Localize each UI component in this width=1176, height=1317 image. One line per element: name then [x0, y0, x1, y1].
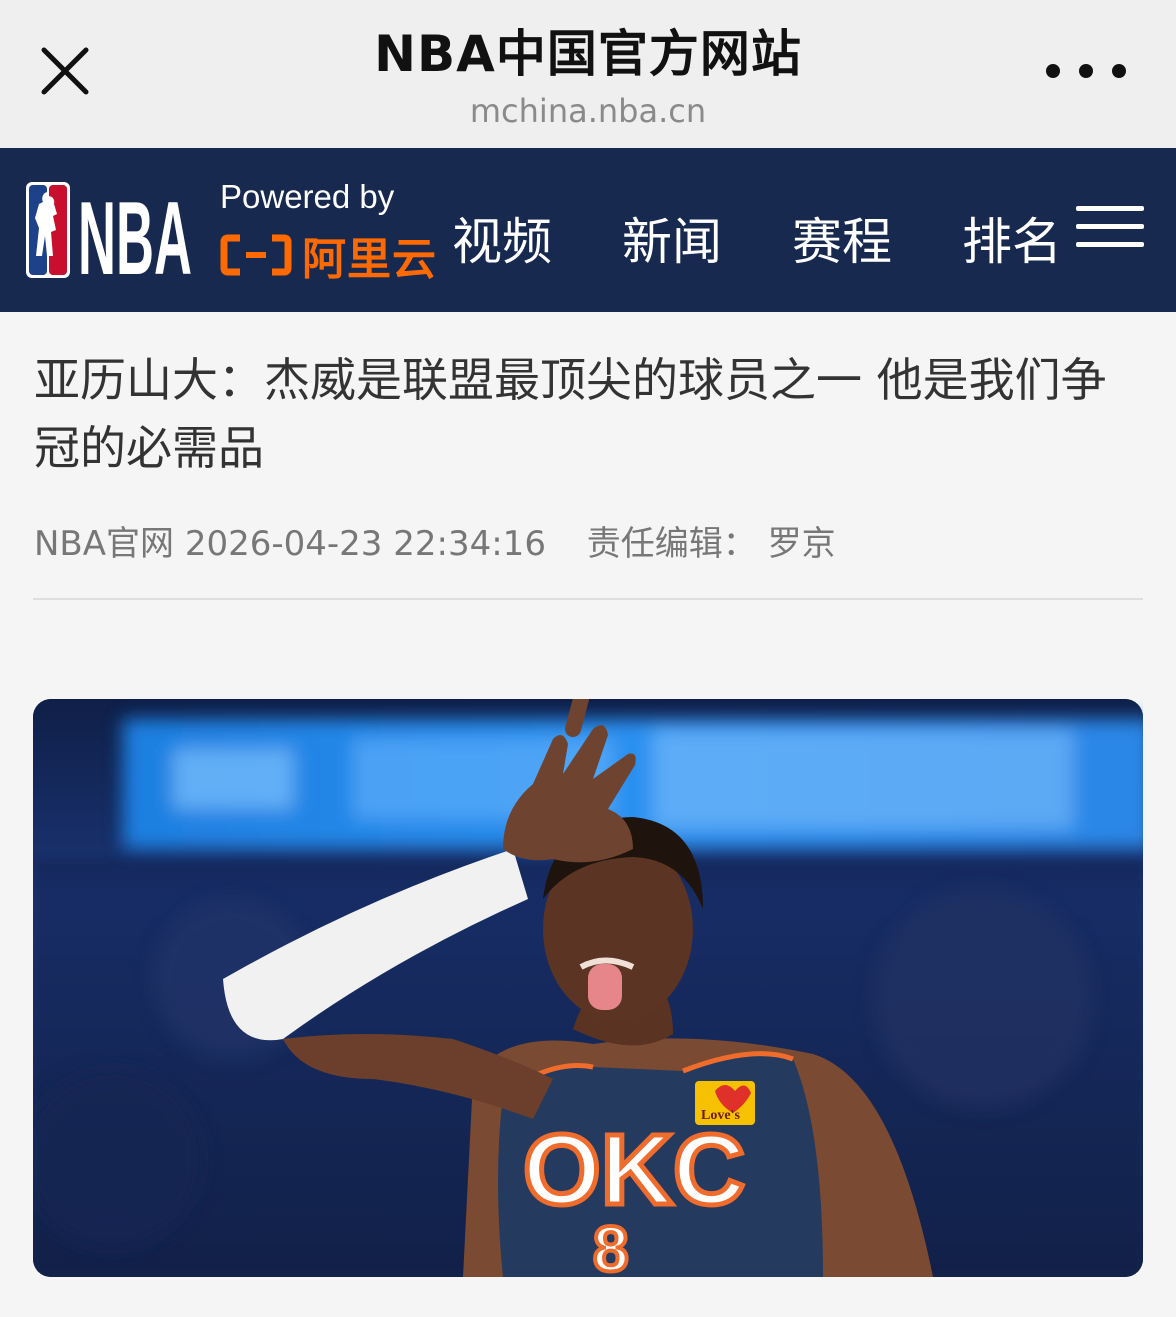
article-meta: NBA官网 2026-04-23 22:34:16 责任编辑： 罗京 — [34, 516, 836, 565]
divider — [33, 598, 1143, 600]
nav-item-standings[interactable]: 排名 — [962, 202, 1062, 274]
article-title: 亚历山大：杰威是联盟最顶尖的球员之一 他是我们争冠的必需品 — [34, 353, 1107, 475]
nba-logo[interactable]: NBA — [26, 181, 194, 297]
jersey-text: OKC — [523, 1114, 745, 1226]
article-datetime: 2026-04-23 22:34:16 — [184, 524, 546, 564]
nav-item-video[interactable]: 视频 — [452, 202, 552, 274]
article-source: NBA官网 — [34, 524, 175, 564]
jersey-number: 8 — [593, 1213, 629, 1277]
more-dots-icon[interactable] — [1046, 56, 1126, 86]
site-url: mchina.nba.cn — [469, 92, 707, 130]
browser-top-bar: NBA中国官方网站 mchina.nba.cn — [0, 0, 1176, 148]
hamburger-menu-icon[interactable] — [1076, 206, 1144, 256]
article-photo[interactable]: OKC 8 Love's — [33, 699, 1143, 1277]
nba-logo-text: NBA — [78, 182, 192, 278]
nav-item-schedule[interactable]: 赛程 — [792, 202, 892, 274]
powered-by-label: Powered by — [220, 178, 395, 215]
article-editor: 责任编辑： 罗京 — [586, 524, 836, 564]
partner-name: 阿里云 — [302, 234, 437, 285]
aliyun-bracket-icon — [220, 234, 292, 276]
aliyun-logo: 阿里云 — [220, 230, 437, 285]
nba-nav-bar: NBA Powered by 阿里云 视频 新闻 赛程 排名 — [0, 148, 1176, 312]
patch-text: Love's — [701, 1108, 740, 1123]
page-title: NBA中国官方网站 — [374, 25, 802, 83]
nav-item-news[interactable]: 新闻 — [622, 202, 722, 274]
